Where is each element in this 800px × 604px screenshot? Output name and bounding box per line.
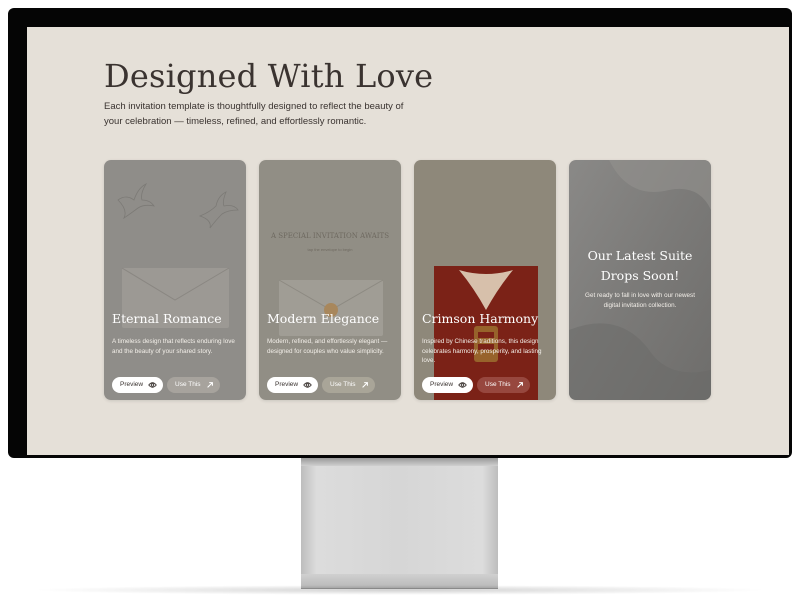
card-description: A timeless design that reflects enduring… [112, 338, 235, 355]
monitor-bezel: Designed With Love Each invitation templ… [8, 8, 792, 458]
preview-button-label: Preview [275, 381, 299, 388]
preview-button-label: Preview [120, 381, 144, 388]
template-card-eternal-romance[interactable]: Eternal Romance A timeless design that r… [104, 160, 246, 400]
promo-title: Our Latest Suite Drops Soon! [587, 248, 693, 283]
template-card-crimson-harmony[interactable]: Crimson Harmony Inspired by Chinese trad… [414, 160, 556, 400]
monitor-stand [301, 458, 498, 588]
card-title: Modern Elegance [267, 311, 380, 326]
arrow-up-right-icon [362, 382, 368, 388]
eye-icon [458, 382, 467, 388]
card-title: Crimson Harmony [422, 311, 539, 326]
eye-icon [303, 382, 312, 388]
card-description: Modern, refined, and effortlessly elegan… [267, 338, 388, 355]
envelope-subheading-text: tap the envelope to begin [308, 247, 353, 252]
coming-soon-card: Our Latest Suite Drops Soon! Get ready t… [569, 160, 711, 400]
card-title: Eternal Romance [112, 311, 222, 326]
use-this-button-label: Use This [485, 381, 511, 388]
card-background-image [104, 160, 246, 400]
card-background-image: A SPECIAL INVITATION AWAITS tap the enve… [259, 160, 401, 400]
preview-button[interactable]: Preview [112, 377, 163, 393]
desk-shadow [30, 585, 770, 595]
use-this-button[interactable]: Use This [477, 377, 530, 393]
preview-button[interactable]: Preview [267, 377, 318, 393]
use-this-button-label: Use This [175, 381, 201, 388]
arrow-up-right-icon [207, 382, 213, 388]
arrow-up-right-icon [517, 382, 523, 388]
use-this-button[interactable]: Use This [167, 377, 220, 393]
preview-button-label: Preview [430, 381, 454, 388]
preview-button[interactable]: Preview [422, 377, 473, 393]
promo-description: Get ready to fall in love with our newes… [585, 292, 695, 309]
eye-icon [148, 382, 157, 388]
page-subtitle: Each invitation template is thoughtfully… [104, 101, 404, 127]
template-card-modern-elegance[interactable]: A SPECIAL INVITATION AWAITS tap the enve… [259, 160, 401, 400]
monitor-stand-neck [301, 458, 498, 466]
envelope-heading-text: A SPECIAL INVITATION AWAITS [270, 232, 389, 240]
use-this-button[interactable]: Use This [322, 377, 375, 393]
screen: Designed With Love Each invitation templ… [27, 27, 789, 455]
card-description: Inspired by Chinese traditions, this des… [422, 338, 542, 365]
use-this-button-label: Use This [330, 381, 356, 388]
page-title: Designed With Love [104, 57, 434, 95]
